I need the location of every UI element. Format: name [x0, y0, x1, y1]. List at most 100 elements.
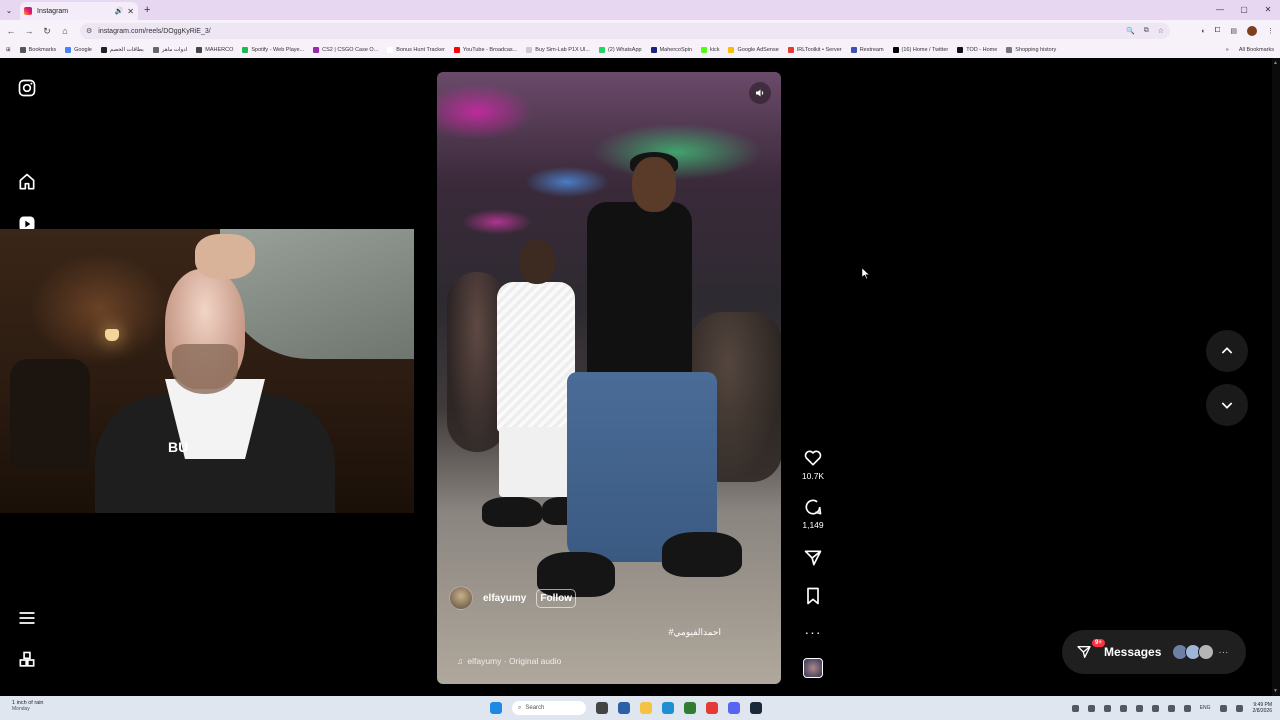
discord-icon[interactable] [728, 702, 740, 714]
extensions-puzzle-icon[interactable]: ⧠ [1215, 27, 1221, 35]
author-avatar[interactable] [449, 586, 473, 610]
audio-thumbnail-image[interactable] [803, 658, 823, 678]
tray-icon[interactable] [1183, 704, 1191, 712]
bookmark-item[interactable]: Bookmarks [19, 47, 56, 53]
tab-instagram[interactable]: Instagram 🔊 ✕ [20, 2, 138, 20]
task-view-icon[interactable] [596, 702, 608, 714]
bookmark-item[interactable]: Restream [850, 47, 884, 53]
bookmark-item[interactable]: CS2 | CSGO Case O... [313, 47, 378, 53]
tray-icon[interactable] [1167, 704, 1175, 712]
clock[interactable]: 9:49 PM 2/8/2026 [1253, 702, 1272, 714]
scroll-down-icon[interactable]: ▼ [1273, 688, 1278, 694]
bookmark-item[interactable]: MahercoSpin [650, 47, 692, 53]
close-window-button[interactable]: ✕ [1256, 0, 1280, 20]
bookmark-item[interactable]: Spotify - Web Playe... [242, 47, 304, 53]
bookmark-item[interactable]: Google [65, 47, 92, 53]
comment-action[interactable]: 1,149 [800, 497, 826, 530]
messages-more-icon[interactable]: ··· [1218, 647, 1228, 658]
more-options[interactable]: ··· [800, 624, 826, 640]
bookmark-item[interactable]: (2) WhatsApp [598, 47, 642, 53]
follow-button[interactable]: Follow [536, 588, 577, 608]
audio-thumbnail[interactable] [800, 658, 826, 678]
instagram-logo-icon[interactable] [17, 78, 37, 98]
bookmark-item[interactable]: ادوات ماهر [152, 47, 187, 53]
bookmark-item[interactable]: بطاقات الخصم [100, 47, 144, 53]
bookmark-item[interactable]: Bonus Hunt Tracker [387, 47, 445, 53]
scroll-up-icon[interactable]: ▲ [1273, 60, 1278, 66]
forward-button[interactable]: → [20, 26, 38, 36]
steam-icon[interactable] [750, 702, 762, 714]
bookmark-item[interactable]: Shopping history [1006, 47, 1056, 53]
tray-icon[interactable] [1119, 704, 1127, 712]
file-explorer-icon[interactable] [640, 702, 652, 714]
site-info-icon[interactable]: ⚙ [86, 27, 92, 35]
author-username[interactable]: elfayumy [483, 593, 526, 604]
app-icon[interactable] [684, 702, 696, 714]
copilot-icon[interactable] [618, 702, 630, 714]
tray-icon[interactable] [1071, 704, 1079, 712]
save-action[interactable] [800, 586, 826, 606]
bookmark-item[interactable]: IRLToolkit • Server [787, 47, 842, 53]
language-indicator[interactable]: ENG [1200, 705, 1211, 711]
bookmark-item[interactable]: Google AdSense [728, 47, 779, 53]
weather-widget[interactable]: 1 inch of rain Monday [12, 700, 44, 712]
edge-icon[interactable] [662, 702, 674, 714]
minimize-button[interactable]: — [1208, 0, 1232, 20]
more-menu-icon[interactable] [17, 608, 37, 628]
volume-icon[interactable] [1235, 704, 1243, 712]
bookmark-item[interactable]: TOD - Home [957, 47, 997, 53]
bookmark-favicon-icon [728, 47, 735, 53]
bookmarks-overflow-icon[interactable]: » [1226, 47, 1229, 53]
tray-icon[interactable] [1151, 704, 1159, 712]
all-bookmarks-link[interactable]: All Bookmarks [1239, 47, 1274, 53]
reel-caption[interactable]: #احمدالفيومي [669, 627, 722, 638]
install-app-icon[interactable]: ⧉ [1144, 27, 1149, 35]
comment-icon[interactable] [803, 497, 823, 517]
tab-audio-icon[interactable]: 🔊 [115, 7, 124, 15]
reload-button[interactable]: ↻ [38, 26, 56, 37]
profile-avatar[interactable] [1247, 26, 1257, 36]
share-icon[interactable] [803, 548, 823, 568]
next-reel-button[interactable] [1206, 384, 1248, 426]
previous-reel-button[interactable] [1206, 330, 1248, 372]
back-button[interactable]: ← [2, 26, 20, 36]
bookmark-item[interactable]: (16) Home / Twitter [892, 47, 948, 53]
apps-grid-icon[interactable]: ⊞ [6, 47, 11, 53]
new-tab-button[interactable]: + [144, 4, 150, 16]
start-button[interactable] [490, 702, 502, 714]
home-icon[interactable] [17, 172, 37, 192]
menu-kebab-icon[interactable]: ⋮ [1267, 27, 1274, 35]
maximize-button[interactable]: ▢ [1232, 0, 1256, 20]
bookmark-item[interactable]: YouTube - Broadcas... [453, 47, 517, 53]
page-scrollbar[interactable]: ▲ ▼ [1272, 58, 1280, 696]
zoom-icon[interactable]: 🔍 [1126, 27, 1135, 35]
bookmark-icon[interactable] [803, 586, 823, 606]
reel-audio-link[interactable]: ♫ elfayumy · Original audio [457, 656, 561, 666]
tab-close-icon[interactable]: ✕ [127, 7, 134, 16]
audio-toggle-button[interactable] [749, 82, 771, 104]
taskbar-search[interactable]: ⌕ Search [512, 701, 586, 715]
reel-dancer-shorts [499, 427, 573, 497]
also-from-meta-icon[interactable] [17, 650, 37, 670]
sidepanel-icon[interactable]: ▤ [1230, 27, 1237, 35]
home-button[interactable]: ⌂ [56, 26, 74, 36]
bookmark-item[interactable]: Buy Sim-Lab P1X Ul... [526, 47, 590, 53]
messages-button[interactable]: 9+ Messages ··· [1062, 630, 1246, 674]
tray-icon[interactable] [1087, 704, 1095, 712]
tab-search-icon[interactable]: ⌄ [2, 6, 16, 15]
share-action[interactable] [800, 548, 826, 568]
tray-icon[interactable] [1135, 704, 1143, 712]
heart-icon[interactable] [803, 448, 823, 468]
bookmark-item[interactable]: kick [701, 47, 719, 53]
reel-video[interactable]: elfayumy Follow #احمدالفيومي ♫ elfayumy … [437, 72, 781, 684]
bookmark-favicon-icon [787, 47, 794, 53]
chrome-icon[interactable] [706, 702, 718, 714]
more-options-icon[interactable]: ··· [805, 624, 822, 640]
network-icon[interactable] [1219, 704, 1227, 712]
address-bar[interactable]: ⚙ instagram.com/reels/DOggKyRiE_3/ 🔍 ⧉ ☆ [80, 23, 1170, 39]
like-action[interactable]: 10.7K [800, 448, 826, 481]
extension-icon[interactable]: ◖ [1201, 28, 1205, 35]
bookmark-star-icon[interactable]: ☆ [1158, 27, 1164, 35]
tray-icon[interactable] [1103, 704, 1111, 712]
bookmark-item[interactable]: MAHERCO [196, 47, 233, 53]
